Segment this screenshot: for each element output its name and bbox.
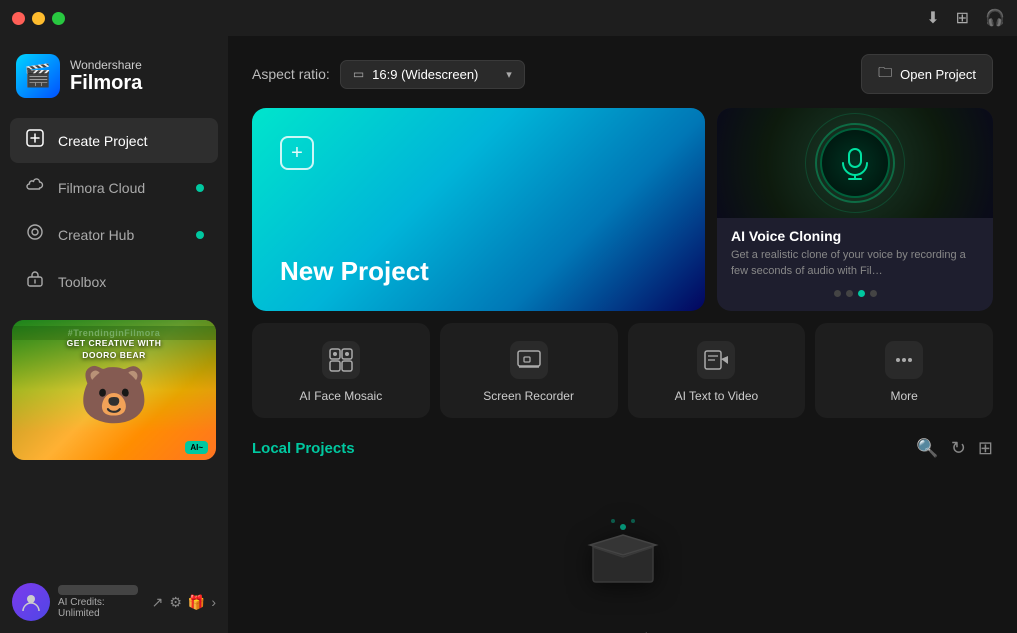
filmora-cloud-badge	[196, 184, 204, 192]
ai-face-mosaic-icon	[322, 341, 360, 379]
main-content: Aspect ratio: ▭ 16:9 (Widescreen) ▾ 🗀 Op…	[228, 36, 1017, 633]
close-button[interactable]	[12, 12, 25, 25]
app-logo-icon: 🎬	[16, 54, 60, 98]
sidebar-user: AI Credits: Unlimited ↗ ⚙ 🎁 ›	[0, 573, 228, 633]
quick-action-screen-recorder[interactable]: Screen Recorder	[440, 323, 618, 419]
promo-badge: AI~	[185, 441, 208, 454]
dot-1[interactable]	[834, 290, 841, 297]
toolbox-label: Toolbox	[58, 274, 106, 290]
dot-4[interactable]	[870, 290, 877, 297]
local-projects-header: Local Projects 🔍 ↻ ⊞	[252, 438, 993, 459]
local-projects-title: Local Projects	[252, 440, 355, 457]
top-cards-grid: + New Project	[252, 108, 993, 311]
quick-action-ai-text-to-video[interactable]: AI Text to Video	[628, 323, 806, 419]
folder-icon: 🗀	[878, 62, 892, 86]
ai-face-mosaic-label: AI Face Mosaic	[300, 389, 383, 405]
sidebar-item-create-project[interactable]: Create Project	[10, 118, 218, 163]
open-project-label: Open Project	[900, 67, 976, 82]
sidebar-promo-card[interactable]: #TrendinginFilmora 🐻 GET CREATIVE WITHDO…	[12, 320, 216, 460]
ai-voice-description: Get a realistic clone of your voice by r…	[731, 248, 979, 280]
brand-name: Wondershare	[70, 58, 142, 72]
ai-voice-bg	[717, 108, 993, 218]
more-icon	[885, 341, 923, 379]
traffic-lights	[12, 12, 65, 25]
grid-icon[interactable]: ⊞	[956, 8, 969, 28]
empty-box-icon	[578, 507, 668, 616]
sidebar: 🎬 Wondershare Filmora Create Project	[0, 36, 228, 633]
aspect-ratio-value: 16:9 (Widescreen)	[372, 67, 478, 82]
gift-icon[interactable]: 🎁	[188, 594, 205, 611]
microphone-icon	[837, 145, 873, 181]
aspect-ratio-row: Aspect ratio: ▭ 16:9 (Widescreen) ▾	[252, 60, 525, 89]
ai-voice-info: AI Voice Cloning Get a realistic clone o…	[717, 218, 993, 311]
quick-actions-grid: AI Face Mosaic Screen Recorder	[252, 323, 993, 419]
dropdown-arrow-icon: ▾	[506, 68, 512, 81]
sidebar-item-filmora-cloud[interactable]: Filmora Cloud	[10, 165, 218, 210]
user-name	[58, 585, 138, 595]
quick-action-ai-face-mosaic[interactable]: AI Face Mosaic	[252, 323, 430, 419]
creator-hub-badge	[196, 231, 204, 239]
promo-bg: #TrendinginFilmora 🐻 GET CREATIVE WITHDO…	[12, 320, 216, 460]
dot-3[interactable]	[858, 290, 865, 297]
more-label: More	[890, 389, 917, 405]
search-icon[interactable]: 🔍	[916, 438, 938, 459]
ai-text-to-video-label: AI Text to Video	[675, 389, 759, 405]
maximize-button[interactable]	[52, 12, 65, 25]
main-scroll-area: + New Project	[228, 108, 1017, 633]
headset-icon[interactable]: 🎧	[985, 8, 1005, 28]
toolbox-icon	[24, 270, 46, 293]
arrow-right-icon[interactable]: ›	[211, 594, 216, 611]
settings-icon[interactable]: ⚙	[169, 594, 182, 611]
app-body: 🎬 Wondershare Filmora Create Project	[0, 36, 1017, 633]
sidebar-item-creator-hub[interactable]: Creator Hub	[10, 212, 218, 257]
local-projects-actions: 🔍 ↻ ⊞	[916, 438, 993, 459]
sidebar-nav: Create Project Filmora Cloud	[0, 118, 228, 304]
empty-projects-state: Recent Project	[252, 475, 993, 633]
creator-hub-icon	[24, 223, 46, 246]
filmora-cloud-label: Filmora Cloud	[58, 180, 145, 196]
create-project-label: Create Project	[58, 133, 147, 149]
user-info: AI Credits: Unlimited	[58, 585, 144, 619]
ai-voice-title: AI Voice Cloning	[731, 228, 979, 244]
open-project-button[interactable]: 🗀 Open Project	[861, 54, 993, 94]
filmora-cloud-icon	[24, 176, 46, 199]
app-name: Filmora	[70, 72, 142, 94]
new-project-plus-icon: +	[280, 136, 314, 170]
aspect-ratio-label: Aspect ratio:	[252, 66, 330, 82]
title-bar-actions: ⬇ ⊞ 🎧	[926, 8, 1005, 28]
aspect-ratio-select[interactable]: ▭ 16:9 (Widescreen) ▾	[340, 60, 525, 89]
ai-text-to-video-icon	[697, 341, 735, 379]
title-bar: ⬇ ⊞ 🎧	[0, 0, 1017, 36]
user-avatar	[12, 583, 50, 621]
share-icon[interactable]: ↗	[152, 594, 164, 611]
new-project-card[interactable]: + New Project	[252, 108, 705, 311]
screen-recorder-label: Screen Recorder	[483, 389, 574, 405]
user-credits-row: AI Credits: Unlimited	[58, 597, 144, 619]
main-header: Aspect ratio: ▭ 16:9 (Widescreen) ▾ 🗀 Op…	[228, 36, 1017, 108]
new-project-title: New Project	[280, 256, 677, 287]
dot-2[interactable]	[846, 290, 853, 297]
download-icon[interactable]: ⬇	[926, 8, 939, 28]
layout-icon[interactable]: ⊞	[978, 438, 993, 459]
screen-recorder-icon	[510, 341, 548, 379]
sidebar-item-toolbox[interactable]: Toolbox	[10, 259, 218, 304]
refresh-icon[interactable]: ↻	[951, 438, 966, 459]
sidebar-logo: 🎬 Wondershare Filmora	[0, 36, 228, 118]
ai-voice-cloning-card[interactable]: AI Voice Cloning Get a realistic clone o…	[717, 108, 993, 311]
quick-action-more[interactable]: More	[815, 323, 993, 419]
minimize-button[interactable]	[32, 12, 45, 25]
mic-circle	[820, 128, 890, 198]
creator-hub-label: Creator Hub	[58, 227, 134, 243]
user-action-icons: ↗ ⚙ 🎁 ›	[152, 594, 216, 611]
logo-text: Wondershare Filmora	[70, 58, 142, 94]
user-credits: AI Credits: Unlimited	[58, 597, 144, 619]
display-icon: ▭	[353, 67, 364, 81]
carousel-dots	[731, 290, 979, 297]
create-project-icon	[24, 129, 46, 152]
